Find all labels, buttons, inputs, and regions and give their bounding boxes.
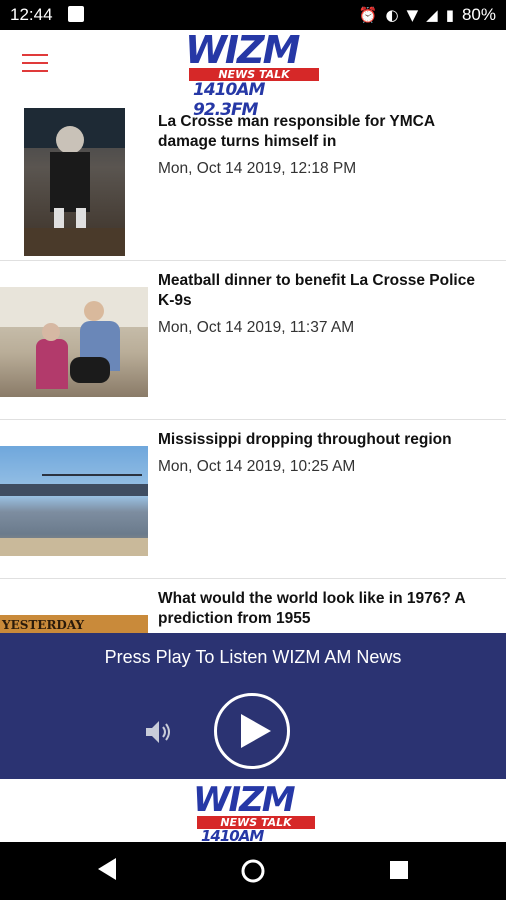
footer-logo: WIZM NEWS TALK 1410AM 92.3FM (193, 780, 323, 863)
news-headline[interactable]: Meatball dinner to benefit La Crosse Pol… (158, 271, 493, 311)
status-icons: ⏰ ◐ ▼ ◢ ▮ 80% (359, 5, 496, 25)
system-nav-bar (0, 842, 506, 900)
image-notification-icon (68, 6, 84, 22)
signal-icon: ◢ (426, 6, 438, 24)
news-headline[interactable]: La Crosse man responsible for YMCA damag… (158, 112, 493, 152)
battery-level: 80% (461, 5, 496, 24)
battery-icon: ▮ (445, 6, 454, 24)
news-headline[interactable]: Mississippi dropping throughout region (158, 430, 493, 450)
play-icon (241, 714, 271, 748)
news-item[interactable]: La Crosse man responsible for YMCA damag… (0, 102, 506, 261)
wizm-logo: WIZM NEWS TALK 1410AM 92.3FM (185, 28, 325, 120)
news-thumbnail (0, 446, 148, 556)
status-bar: 12:44 ⏰ ◐ ▼ ◢ ▮ 80% (0, 0, 506, 30)
player-title: Press Play To Listen WIZM AM News (104, 647, 402, 667)
news-date: Mon, Oct 14 2019, 10:25 AM (158, 458, 356, 475)
home-icon[interactable] (241, 859, 265, 888)
news-headline[interactable]: What would the world look like in 1976? … (158, 589, 493, 629)
news-thumbnail (0, 287, 148, 397)
app-header: WIZM NEWS TALK 1410AM 92.3FM (0, 28, 506, 120)
alarm-icon: ⏰ (358, 6, 378, 24)
wifi-icon: ▼ (406, 6, 419, 24)
footer-logo-main: WIZM (193, 780, 296, 820)
news-date: Mon, Oct 14 2019, 12:18 PM (158, 160, 357, 177)
thumbnail-text: YESTERDAY (2, 618, 85, 632)
vibrate-icon: ◐ (385, 6, 399, 24)
volume-icon[interactable] (142, 716, 174, 748)
news-item[interactable]: Mississippi dropping throughout region M… (0, 420, 506, 579)
play-button[interactable] (214, 693, 290, 769)
news-date: Mon, Oct 14 2019, 11:37 AM (158, 319, 355, 336)
logo-main-text: WIZM (185, 28, 300, 72)
news-item[interactable]: Meatball dinner to benefit La Crosse Pol… (0, 261, 506, 420)
news-thumbnail (24, 108, 125, 256)
news-thumbnail: YESTERDAY (0, 615, 148, 635)
recents-icon[interactable] (389, 860, 409, 885)
status-time: 12:44 (10, 5, 53, 24)
back-icon[interactable] (96, 856, 118, 887)
hamburger-icon[interactable] (22, 54, 48, 74)
